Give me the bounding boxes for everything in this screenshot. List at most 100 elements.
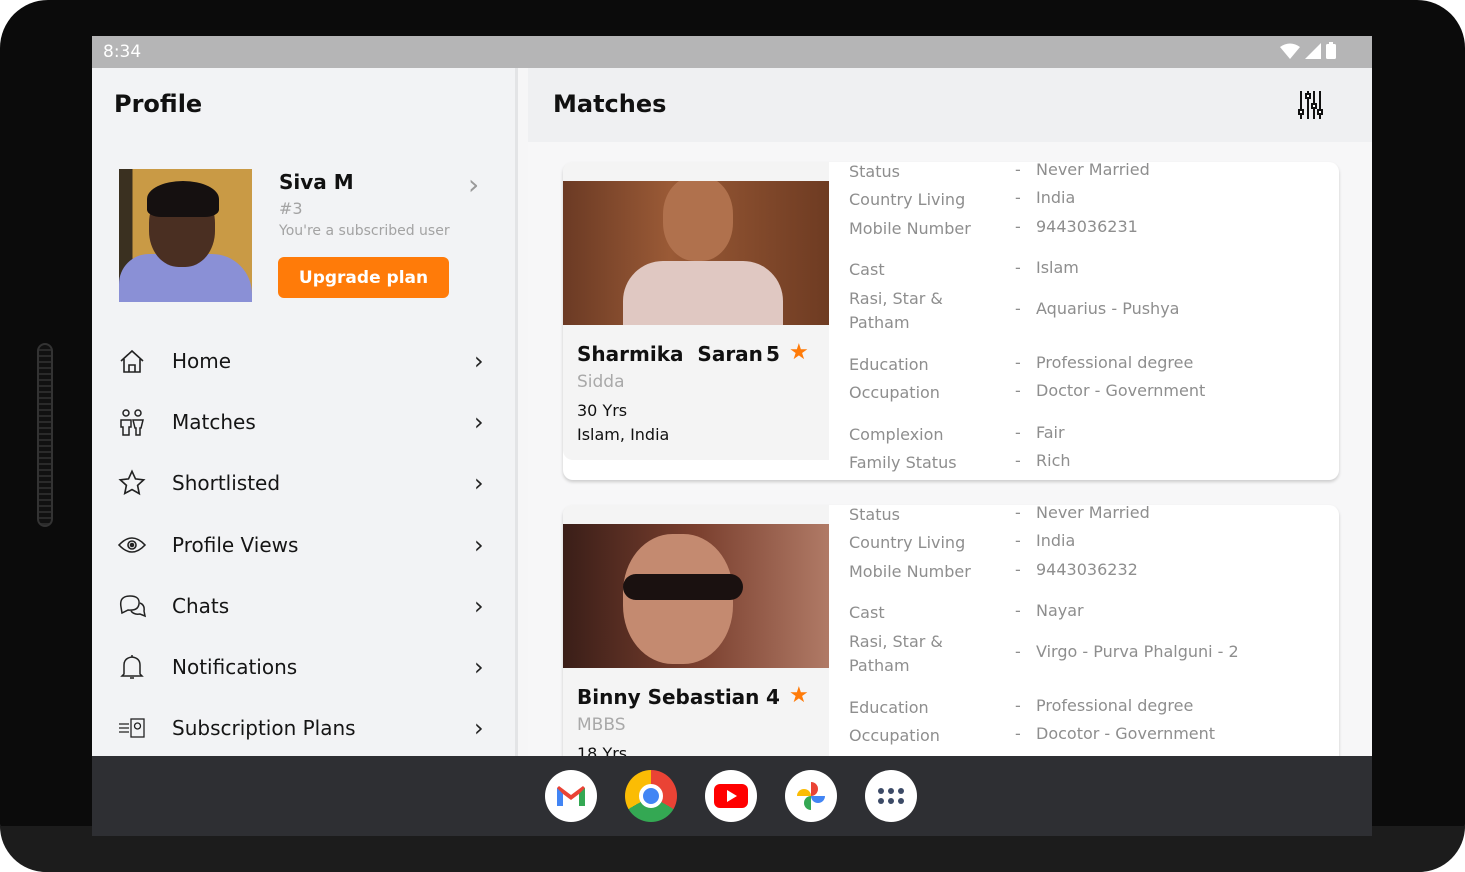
detail-separator: - bbox=[1015, 217, 1021, 236]
detail-value: Doctor - Government bbox=[1036, 381, 1206, 400]
detail-value: 9443036232 bbox=[1036, 560, 1138, 579]
upgrade-plan-button[interactable]: Upgrade plan bbox=[278, 257, 449, 298]
detail-value: Aquarius - Pushya bbox=[1036, 299, 1180, 318]
matches-panel: Matches Sharmika Saran 5 ★ Sidda 30 Yrs … bbox=[528, 68, 1372, 823]
user-id: #3 bbox=[279, 199, 303, 218]
detail-value: Fair bbox=[1036, 423, 1065, 442]
detail-value: Docotor - Government bbox=[1036, 724, 1216, 743]
bell-icon bbox=[118, 653, 146, 681]
clock: 8:34 bbox=[103, 42, 142, 62]
detail-label: Status bbox=[849, 505, 900, 524]
sidebar-item-profile-views[interactable]: Profile Views › bbox=[92, 514, 518, 575]
chevron-right-icon: › bbox=[474, 653, 484, 682]
detail-separator: - bbox=[1015, 451, 1021, 470]
detail-value: Professional degree bbox=[1036, 696, 1194, 715]
sidebar-item-label: Notifications bbox=[172, 655, 298, 680]
avatar[interactable] bbox=[119, 169, 252, 302]
sidebar-item-notifications[interactable]: Notifications › bbox=[92, 636, 518, 697]
match-subtitle: Sidda bbox=[577, 372, 625, 392]
detail-separator: - bbox=[1015, 503, 1021, 522]
detail-separator: - bbox=[1015, 560, 1021, 579]
detail-value: Rich bbox=[1036, 451, 1071, 470]
detail-label: Occupation bbox=[849, 383, 940, 402]
detail-label: Mobile Number bbox=[849, 562, 971, 581]
chevron-right-icon: › bbox=[474, 407, 484, 436]
detail-separator: - bbox=[1015, 353, 1021, 372]
device-side-button bbox=[37, 343, 53, 527]
home-icon bbox=[118, 347, 146, 375]
chevron-right-icon: › bbox=[474, 714, 484, 743]
detail-label: Cast bbox=[849, 603, 885, 622]
match-age: 30 Yrs bbox=[577, 401, 628, 420]
gmail-icon[interactable] bbox=[545, 770, 597, 822]
match-location: Islam, India bbox=[577, 425, 670, 444]
detail-separator: - bbox=[1015, 299, 1021, 318]
detail-value: Never Married bbox=[1036, 503, 1150, 522]
detail-label: Education bbox=[849, 698, 929, 717]
detail-separator: - bbox=[1015, 531, 1021, 550]
status-bar: 8:34 bbox=[92, 36, 1372, 68]
detail-separator: - bbox=[1015, 724, 1021, 743]
detail-separator: - bbox=[1015, 601, 1021, 620]
detail-value: Professional degree bbox=[1036, 353, 1194, 372]
star-icon bbox=[118, 469, 146, 497]
detail-label: Country Living bbox=[849, 533, 966, 552]
detail-value: India bbox=[1036, 531, 1076, 550]
sidebar-item-shortlisted[interactable]: Shortlisted › bbox=[92, 453, 518, 514]
detail-separator: - bbox=[1015, 696, 1021, 715]
detail-value: Never Married bbox=[1036, 160, 1150, 179]
detail-separator: - bbox=[1015, 423, 1021, 442]
detail-value: Nayar bbox=[1036, 601, 1084, 620]
detail-separator: - bbox=[1015, 258, 1021, 277]
star-icon: ★ bbox=[789, 683, 809, 708]
match-name: Binny Sebastian bbox=[577, 685, 760, 709]
detail-label: Country Living bbox=[849, 190, 966, 209]
sidebar-item-label: Profile Views bbox=[172, 532, 299, 557]
subscription-status: You're a subscribed user bbox=[279, 223, 450, 239]
user-name: Siva M bbox=[279, 170, 354, 194]
filter-sliders-icon[interactable] bbox=[1298, 90, 1324, 120]
app-drawer-icon[interactable] bbox=[865, 770, 917, 822]
sidebar-item-label: Home bbox=[172, 348, 232, 373]
detail-separator: - bbox=[1015, 642, 1021, 661]
chevron-right-icon: › bbox=[474, 346, 484, 375]
match-rating: 4 bbox=[766, 685, 780, 709]
match-card[interactable]: Sharmika Saran 5 ★ Sidda 30 Yrs Islam, I… bbox=[563, 160, 1339, 480]
chrome-icon[interactable] bbox=[625, 770, 677, 822]
sidebar-item-chats[interactable]: Chats › bbox=[92, 575, 518, 636]
star-icon: ★ bbox=[789, 340, 809, 365]
app-dock bbox=[92, 756, 1372, 836]
detail-label: Mobile Number bbox=[849, 219, 971, 238]
sidebar-item-label: Subscription Plans bbox=[172, 716, 356, 741]
sidebar-item-subscription-plans[interactable]: Subscription Plans › bbox=[92, 698, 518, 759]
sidebar-item-label: Matches bbox=[172, 409, 256, 434]
couple-icon bbox=[118, 408, 146, 436]
sidebar-item-home[interactable]: Home › bbox=[92, 330, 518, 391]
screen: 8:34 Profile Siva M #3 You're a subscrib… bbox=[92, 36, 1372, 836]
photos-icon[interactable] bbox=[785, 770, 837, 822]
match-name: Sharmika Saran bbox=[577, 342, 763, 366]
chevron-right-icon: › bbox=[474, 591, 484, 620]
page-title: Matches bbox=[553, 90, 667, 118]
detail-value: India bbox=[1036, 188, 1076, 207]
detail-label: Family Status bbox=[849, 453, 957, 472]
chat-icon bbox=[118, 592, 146, 620]
sidebar-item-matches[interactable]: Matches › bbox=[92, 391, 518, 452]
detail-separator: - bbox=[1015, 188, 1021, 207]
detail-label: Status bbox=[849, 162, 900, 181]
detail-label: Occupation bbox=[849, 726, 940, 745]
subscription-icon bbox=[118, 714, 146, 742]
youtube-icon[interactable] bbox=[705, 770, 757, 822]
sidebar-title: Profile bbox=[114, 90, 203, 118]
profile-sidebar: Profile Siva M #3 You're a subscribed us… bbox=[92, 68, 518, 756]
profile-chevron-right-icon[interactable]: › bbox=[468, 168, 479, 201]
detail-label: Cast bbox=[849, 260, 885, 279]
signal-icon bbox=[1305, 42, 1321, 59]
chevron-right-icon: › bbox=[474, 530, 484, 559]
detail-value: 9443036231 bbox=[1036, 217, 1138, 236]
detail-label: Complexion bbox=[849, 425, 944, 444]
sidebar-item-label: Shortlisted bbox=[172, 471, 281, 496]
detail-label: Rasi, Star & Patham bbox=[849, 632, 943, 675]
eye-icon bbox=[118, 531, 146, 559]
detail-label: Education bbox=[849, 355, 929, 374]
